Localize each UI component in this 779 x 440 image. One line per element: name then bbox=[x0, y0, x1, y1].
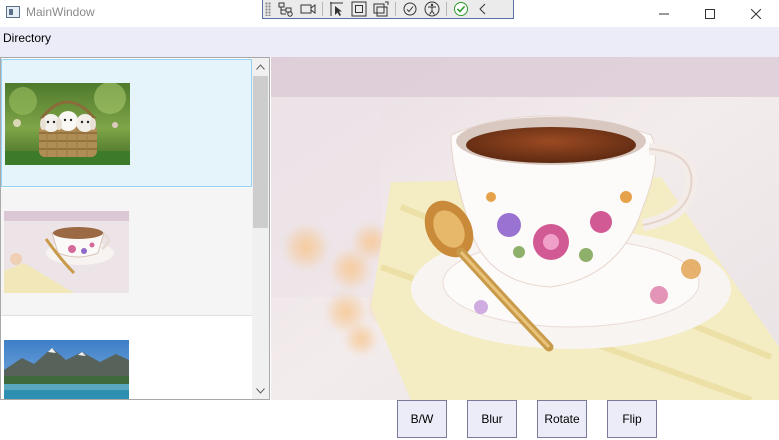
app-window-icon bbox=[6, 6, 20, 18]
thumbnail-puppies-in-basket bbox=[5, 83, 130, 165]
list-item[interactable] bbox=[1, 317, 252, 399]
track-focus-icon[interactable] bbox=[370, 0, 392, 18]
xaml-debug-toolbar bbox=[262, 0, 514, 19]
list-scrollbar[interactable] bbox=[252, 58, 269, 399]
list-item[interactable] bbox=[1, 59, 252, 187]
chevron-down-icon bbox=[256, 387, 265, 394]
thumbnail-teacup-on-saucer bbox=[4, 211, 129, 293]
toolbar-grip[interactable] bbox=[265, 2, 271, 16]
live-visual-tree-icon[interactable] bbox=[275, 0, 297, 18]
minimize-button[interactable] bbox=[641, 0, 687, 27]
select-element-icon[interactable] bbox=[326, 0, 348, 18]
menu-bar: Directory bbox=[0, 27, 779, 57]
bw-button[interactable]: B/W bbox=[397, 400, 447, 438]
scroll-up-button[interactable] bbox=[252, 58, 269, 75]
close-icon bbox=[751, 8, 761, 19]
accessibility-icon[interactable] bbox=[421, 0, 443, 18]
maximize-button[interactable] bbox=[687, 0, 733, 27]
scroll-down-button[interactable] bbox=[252, 382, 269, 399]
record-icon[interactable] bbox=[297, 0, 319, 18]
blur-button[interactable]: Blur bbox=[467, 400, 517, 438]
binding-failures-icon[interactable] bbox=[399, 0, 421, 18]
scrollbar-thumb[interactable] bbox=[253, 76, 268, 228]
rotate-button[interactable]: Rotate bbox=[537, 400, 587, 438]
image-preview bbox=[271, 57, 779, 400]
checkmark-icon[interactable] bbox=[450, 0, 472, 18]
list-item[interactable] bbox=[1, 188, 252, 316]
action-bar: B/W Blur Rotate Flip bbox=[0, 400, 779, 440]
collapse-icon[interactable] bbox=[472, 0, 494, 18]
toolbar-separator bbox=[395, 2, 396, 16]
thumbnail-mountain-lake bbox=[4, 340, 129, 399]
close-button[interactable] bbox=[733, 0, 779, 27]
flip-button[interactable]: Flip bbox=[607, 400, 657, 438]
minimize-icon bbox=[659, 13, 669, 14]
toolbar-separator bbox=[322, 2, 323, 16]
maximize-icon bbox=[705, 8, 715, 19]
toolbar-separator bbox=[446, 2, 447, 16]
display-layout-adorner-icon[interactable] bbox=[348, 0, 370, 18]
chevron-up-icon bbox=[256, 63, 265, 70]
image-list[interactable] bbox=[0, 57, 270, 400]
menu-item-directory[interactable]: Directory bbox=[3, 31, 51, 45]
window-title: MainWindow bbox=[26, 5, 95, 19]
